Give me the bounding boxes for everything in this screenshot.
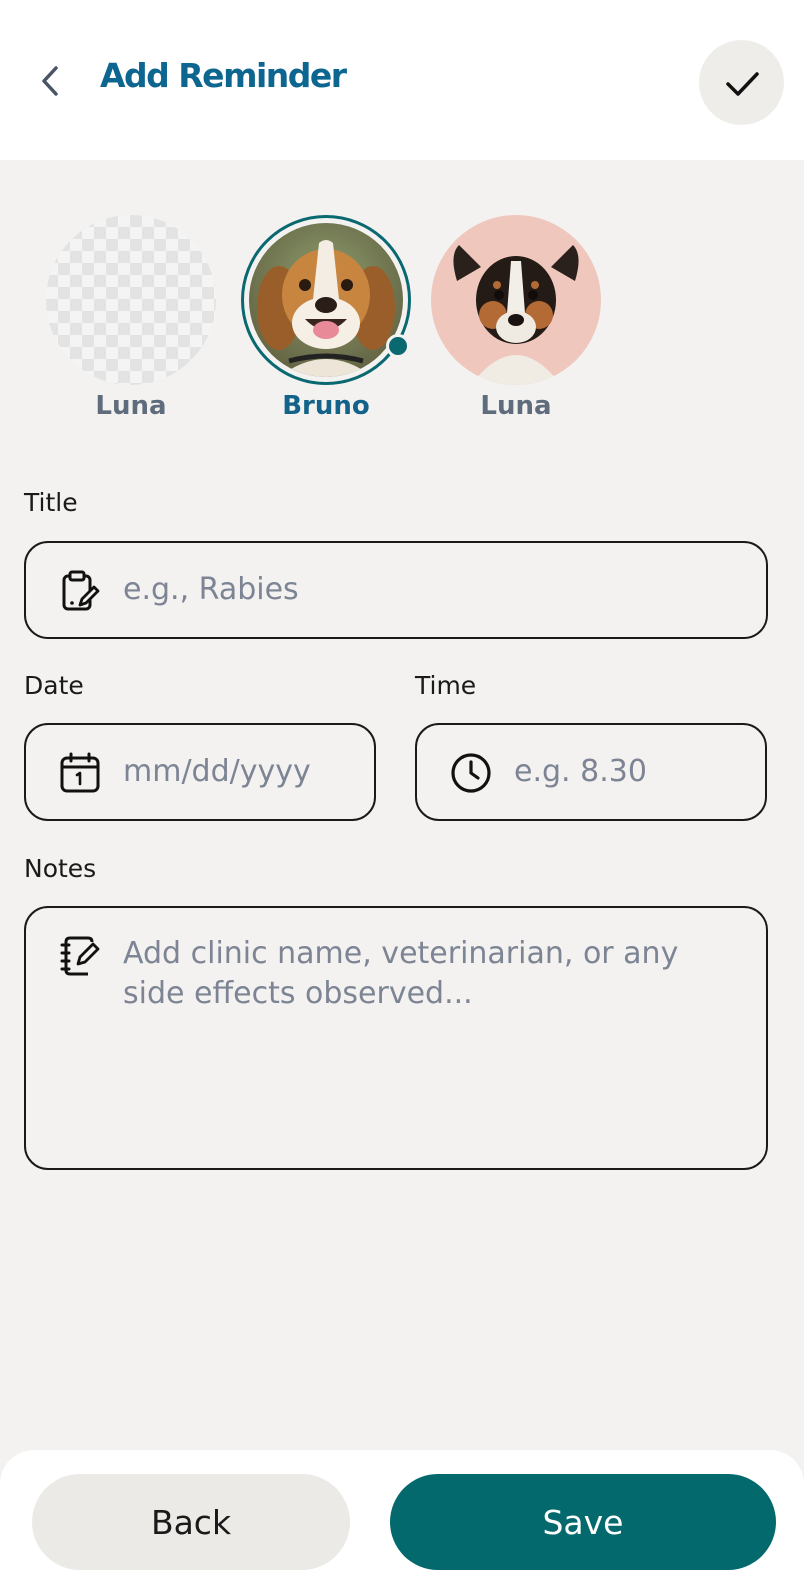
avatar bbox=[249, 223, 403, 377]
pet-name: Luna bbox=[95, 391, 167, 421]
time-input[interactable]: e.g. 8.30 bbox=[415, 723, 767, 821]
footer-bar: Back Save bbox=[0, 1450, 804, 1594]
clipboard-edit-icon bbox=[58, 569, 102, 613]
title-placeholder: e.g., Rabies bbox=[123, 572, 299, 607]
pet-avatar-frame bbox=[431, 215, 601, 385]
app-header: Add Reminder bbox=[0, 0, 804, 160]
title-input[interactable]: e.g., Rabies bbox=[24, 541, 768, 639]
clock-icon bbox=[449, 751, 493, 795]
pet-option-bruno[interactable]: Bruno bbox=[241, 215, 411, 421]
selected-indicator-dot bbox=[386, 334, 410, 358]
notes-placeholder: Add clinic name, veterinarian, or any si… bbox=[123, 936, 679, 1011]
date-input[interactable]: mm/dd/yyyy bbox=[24, 723, 376, 821]
date-placeholder: mm/dd/yyyy bbox=[123, 754, 311, 789]
save-button[interactable]: Save bbox=[390, 1474, 776, 1570]
back-nav-button[interactable] bbox=[30, 58, 70, 104]
terrier-photo bbox=[431, 215, 601, 385]
pet-avatar-frame bbox=[46, 215, 216, 385]
pet-avatar-frame bbox=[241, 215, 411, 385]
calendar-icon bbox=[58, 751, 102, 795]
title-label: Title bbox=[24, 488, 78, 517]
notebook-edit-icon bbox=[58, 934, 102, 978]
pet-name: Luna bbox=[480, 391, 552, 421]
time-label: Time bbox=[415, 671, 477, 700]
date-label: Date bbox=[24, 671, 84, 700]
pet-name: Bruno bbox=[282, 391, 370, 421]
page-title: Add Reminder bbox=[100, 56, 347, 95]
avatar-placeholder bbox=[46, 215, 216, 385]
check-icon bbox=[725, 71, 759, 96]
notes-label: Notes bbox=[24, 854, 97, 883]
chevron-left-icon bbox=[42, 66, 58, 96]
back-button[interactable]: Back bbox=[32, 1474, 350, 1570]
avatar bbox=[431, 215, 601, 385]
time-placeholder: e.g. 8.30 bbox=[514, 754, 647, 789]
confirm-button[interactable] bbox=[699, 40, 784, 125]
notes-textarea[interactable]: Add clinic name, veterinarian, or any si… bbox=[24, 906, 768, 1170]
pet-option-luna-2[interactable]: Luna bbox=[431, 215, 601, 421]
beagle-photo bbox=[249, 223, 403, 377]
pet-option-luna[interactable]: Luna bbox=[46, 215, 216, 421]
